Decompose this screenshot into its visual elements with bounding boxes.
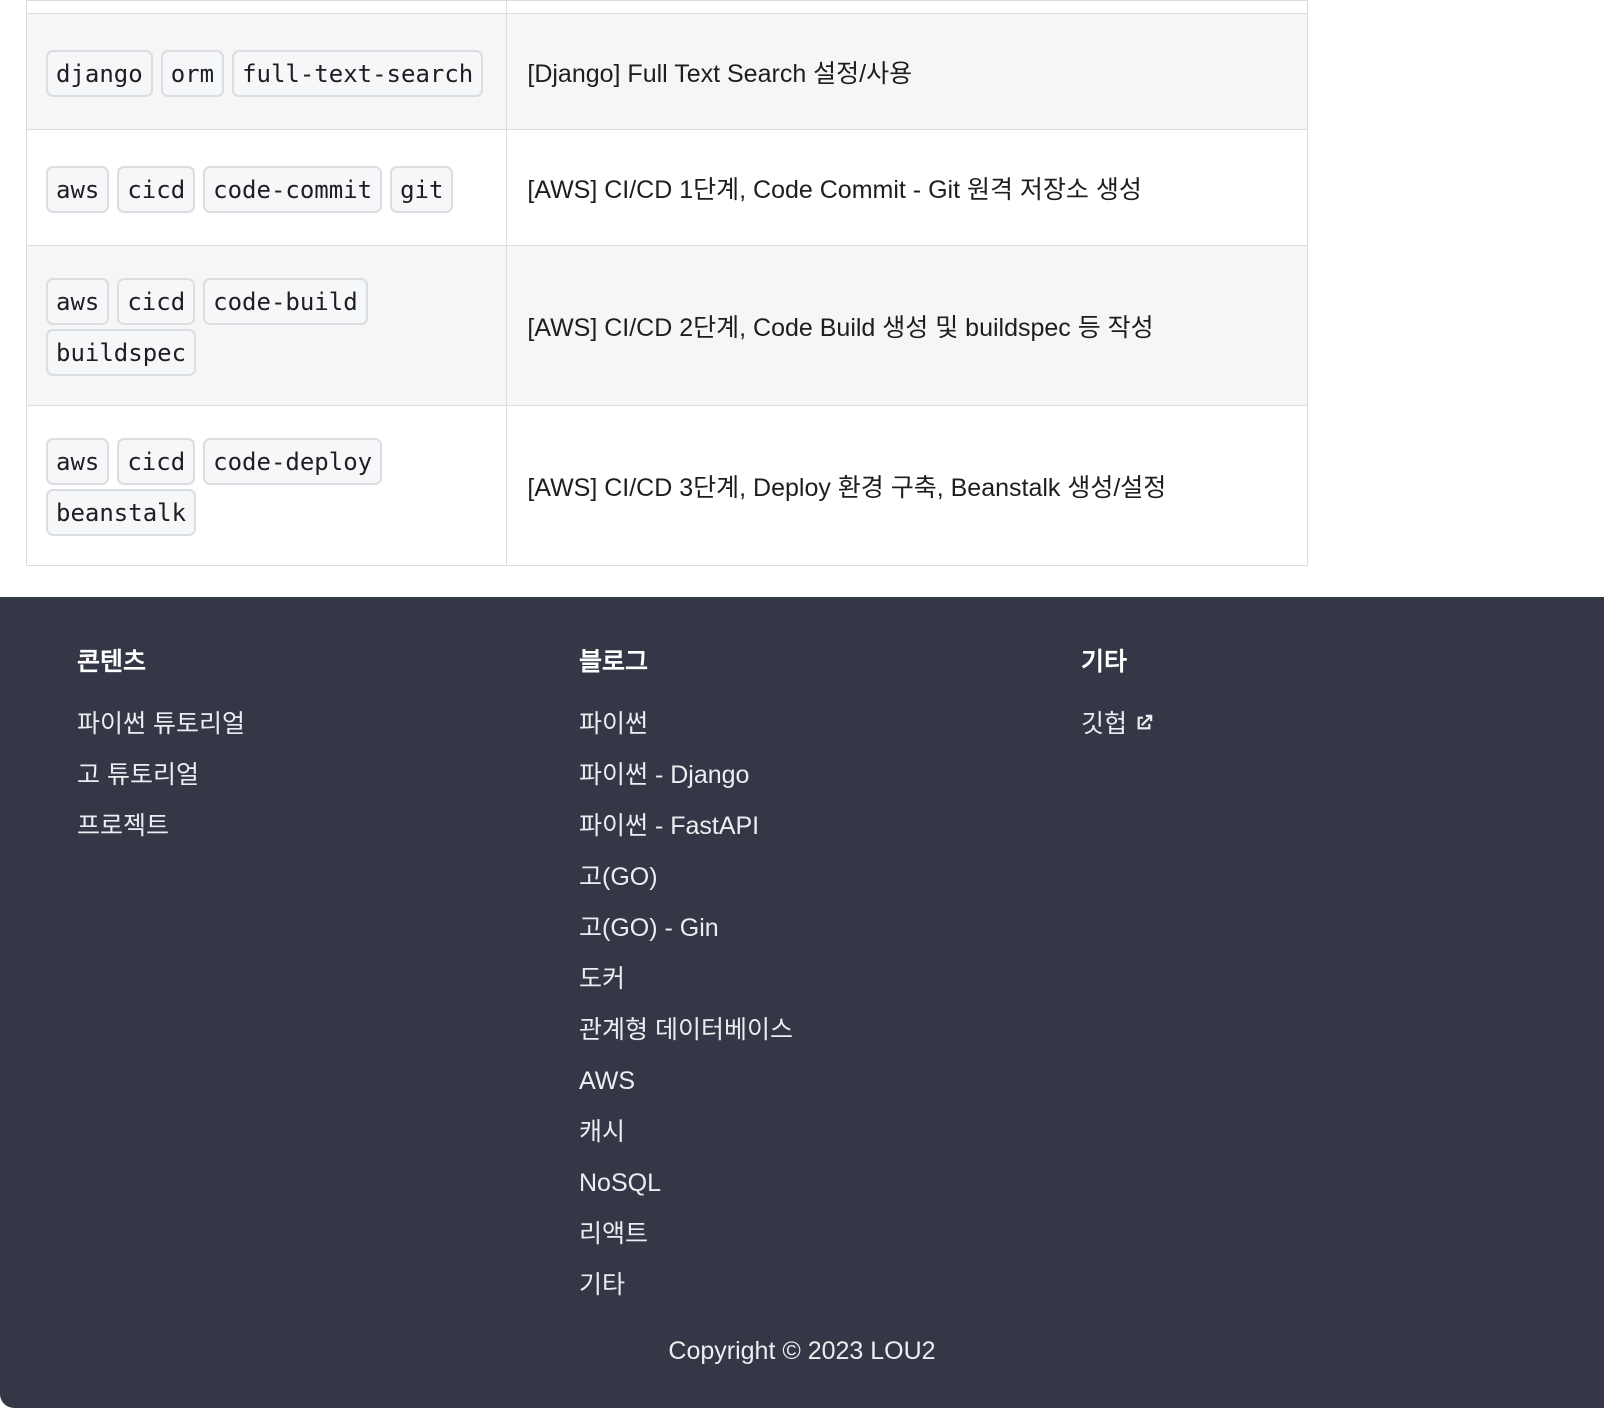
- post-title-link[interactable]: [AWS] CI/CD 3단계, Deploy 환경 구축, Beanstalk…: [506, 405, 1308, 566]
- posts-table: django orm full-text-search [Django] Ful…: [25, 0, 1308, 566]
- footer-column-contents: 콘텐츠 파이썬 튜토리얼 고 튜토리얼 프로젝트: [77, 647, 245, 852]
- tag-link[interactable]: code-deploy: [203, 438, 383, 485]
- footer-heading: 기타: [1081, 648, 1128, 676]
- tag-link[interactable]: full-text-search: [232, 49, 484, 97]
- tag-link[interactable]: orm: [160, 49, 225, 97]
- footer-link[interactable]: 고 튜토리얼: [77, 750, 245, 801]
- table-row: aws cicd code-build buildspec [AWS] CI/C…: [25, 245, 1308, 406]
- post-title-link[interactable]: [AWS] CI/CD 2단계, Code Build 생성 및 buildsp…: [506, 245, 1308, 406]
- footer-link[interactable]: 프로젝트: [77, 801, 245, 852]
- tag-link[interactable]: cicd: [117, 438, 196, 485]
- table-row: django orm full-text-search [Django] Ful…: [25, 13, 1308, 130]
- footer-link[interactable]: 기타: [579, 1260, 793, 1311]
- footer-link[interactable]: 도커: [579, 954, 793, 1005]
- copyright-text: Copyright © 2023 LOU2: [668, 1337, 936, 1365]
- table-row: [25, 0, 1308, 14]
- tag-link[interactable]: git: [390, 165, 454, 213]
- tag-link[interactable]: aws: [46, 165, 110, 213]
- footer-column-blog: 블로그 파이썬 파이썬 - Django 파이썬 - FastAPI 고(GO)…: [579, 647, 793, 1311]
- tag-link[interactable]: code-commit: [203, 165, 383, 213]
- footer-link-github[interactable]: 깃헙: [1081, 699, 1155, 750]
- footer-heading: 콘텐츠: [77, 648, 147, 676]
- footer-link[interactable]: 파이썬: [579, 699, 793, 750]
- tag-list: django orm full-text-search: [46, 49, 486, 97]
- tag-link[interactable]: cicd: [117, 278, 196, 325]
- footer-column-etc: 기타 깃헙: [1081, 647, 1155, 750]
- tag-link[interactable]: django: [46, 49, 153, 97]
- table-row: aws cicd code-commit git [AWS] CI/CD 1단계…: [25, 129, 1308, 246]
- footer-link[interactable]: 캐시: [579, 1107, 793, 1158]
- site-footer: 콘텐츠 파이썬 튜토리얼 고 튜토리얼 프로젝트 블로그 파이썬 파이썬 - D…: [0, 597, 1604, 1408]
- footer-link[interactable]: 리액트: [579, 1209, 793, 1260]
- table-row: aws cicd code-deploy beanstalk [AWS] CI/…: [25, 405, 1308, 566]
- post-title-link[interactable]: [Django] Full Text Search 설정/사용: [506, 13, 1308, 130]
- tags-cell: django orm full-text-search: [25, 13, 508, 130]
- external-link-icon: [1137, 714, 1153, 730]
- tag-link[interactable]: aws: [46, 278, 110, 325]
- footer-link[interactable]: 파이썬 - FastAPI: [579, 801, 793, 852]
- post-title-link[interactable]: [AWS] CI/CD 1단계, Code Commit - Git 원격 저장…: [506, 129, 1308, 246]
- tag-link[interactable]: buildspec: [46, 329, 197, 376]
- footer-link-label: 깃헙: [1081, 710, 1128, 738]
- footer-link[interactable]: 고(GO) - Gin: [579, 903, 793, 954]
- tag-list: aws cicd code-commit git: [46, 165, 486, 213]
- footer-link[interactable]: AWS: [579, 1056, 793, 1107]
- tag-link[interactable]: aws: [46, 438, 110, 485]
- page: django orm full-text-search [Django] Ful…: [0, 0, 1604, 1408]
- tags-cell: aws cicd code-build buildspec: [25, 245, 508, 406]
- footer-link[interactable]: 파이썬 튜토리얼: [77, 699, 245, 750]
- tag-list: aws cicd code-build buildspec: [46, 278, 376, 376]
- tag-list: aws cicd code-deploy beanstalk: [46, 438, 386, 536]
- footer-heading: 블로그: [579, 648, 649, 676]
- tag-link[interactable]: beanstalk: [46, 489, 197, 536]
- footer-link[interactable]: 관계형 데이터베이스: [579, 1005, 793, 1056]
- footer-link[interactable]: 고(GO): [579, 852, 793, 903]
- tag-link[interactable]: code-build: [203, 278, 368, 325]
- footer-link[interactable]: 파이썬 - Django: [579, 750, 793, 801]
- tags-cell: aws cicd code-deploy beanstalk: [25, 405, 508, 566]
- tags-cell: aws cicd code-commit git: [25, 129, 508, 246]
- tag-link[interactable]: cicd: [117, 165, 196, 213]
- footer-link[interactable]: NoSQL: [579, 1158, 793, 1209]
